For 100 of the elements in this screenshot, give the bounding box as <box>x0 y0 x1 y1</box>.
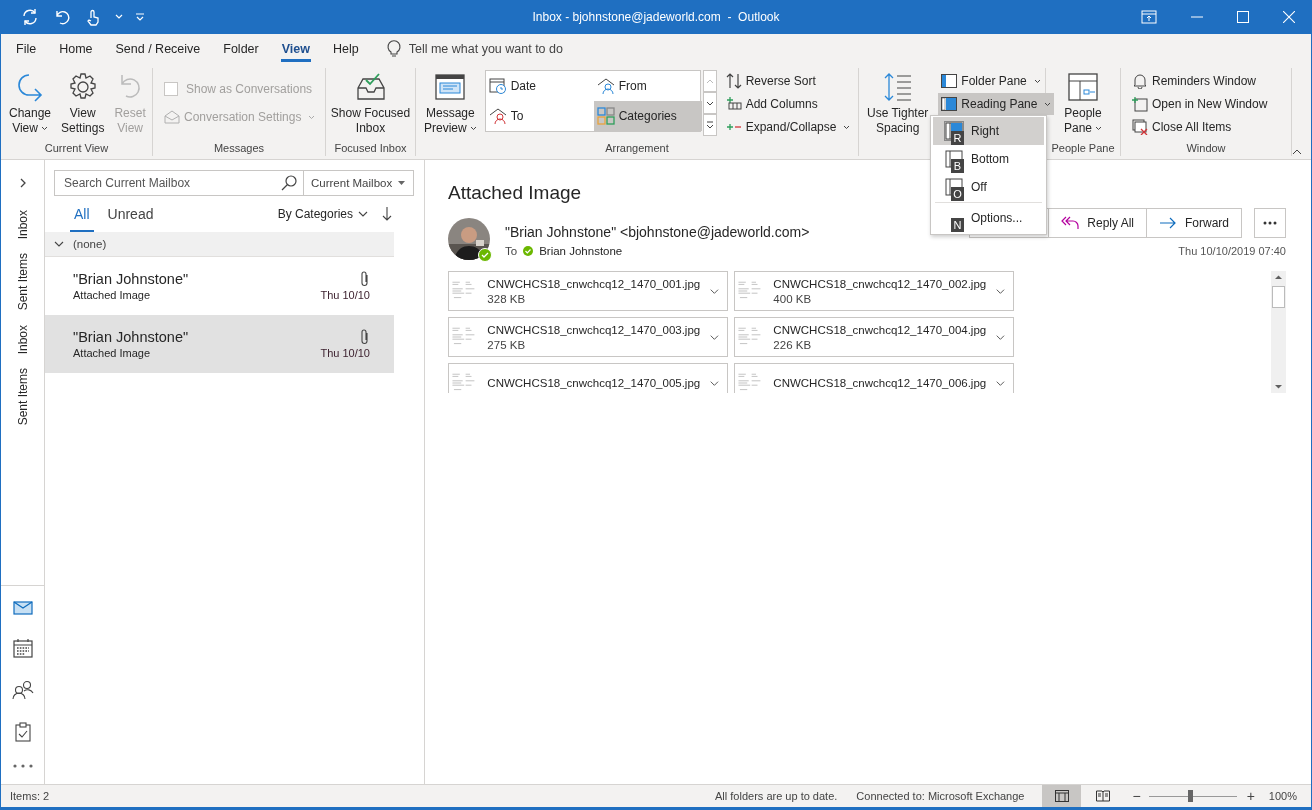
show-focused-inbox-button[interactable]: Show Focused Inbox <box>326 68 415 138</box>
arrangement-option[interactable]: To <box>485 101 594 131</box>
arrow-icon <box>15 71 45 103</box>
ribbon-tab[interactable]: Send / Receive <box>106 34 210 64</box>
collapse-ribbon-icon[interactable] <box>1292 149 1302 155</box>
tell-me-field[interactable]: Tell me what you want to do <box>408 34 609 64</box>
reminders-window-button[interactable]: Reminders Window <box>1129 70 1271 92</box>
sender-name: "Brian Johnstone" <box>73 329 189 345</box>
folder-shortcut[interactable]: Inbox <box>15 324 30 355</box>
attachment-card[interactable]: CNWCHCS18_cnwchcq12_1470_002.jpg 400 KB <box>734 271 1014 311</box>
open-in-new-window-button[interactable]: Open in New Window <box>1129 93 1271 115</box>
chevron-icon[interactable] <box>710 333 719 341</box>
keytip-badge: R <box>951 131 964 145</box>
chevron-icon[interactable] <box>996 379 1005 387</box>
reverse-sort-button[interactable]: Reverse Sort <box>722 70 854 92</box>
attachment-name: CNWCHCS18_cnwchcq12_1470_002.jpg <box>773 277 987 290</box>
tighter-spacing-button[interactable]: Use Tighter Spacing <box>863 68 933 138</box>
more-icon[interactable] <box>702 114 717 136</box>
arrangement-option[interactable]: Categories <box>593 101 702 131</box>
forward-button[interactable]: Forward <box>1146 208 1242 238</box>
normal-view-button[interactable] <box>1042 785 1082 807</box>
zoom-in-button[interactable]: + <box>1246 788 1255 804</box>
group-label: Messages <box>212 141 266 156</box>
sync-icon[interactable] <box>21 8 39 26</box>
filter-tab[interactable]: Unread <box>103 196 158 232</box>
bell-icon <box>1132 73 1148 89</box>
people-icon[interactable] <box>11 680 34 700</box>
filter-tab[interactable]: All <box>70 196 94 232</box>
arrange-by-dropdown[interactable]: By Categories <box>277 207 368 221</box>
message-preview-button[interactable]: Message Preview <box>420 68 481 138</box>
chevron-icon[interactable] <box>996 333 1005 341</box>
ribbon-tab[interactable]: Folder <box>214 34 268 64</box>
attachment-size: 400 KB <box>773 292 813 305</box>
message-subject: Attached Image <box>73 347 152 359</box>
folder-pane-button[interactable]: Folder Pane <box>938 70 1055 92</box>
envelope-icon <box>164 110 180 124</box>
attachment-card[interactable]: CNWCHCS18_cnwchcq12_1470_004.jpg 226 KB <box>734 317 1014 357</box>
ribbon-tab[interactable]: Home <box>50 34 102 64</box>
message-subject: Attached Image <box>448 182 582 204</box>
group-header[interactable]: (none) <box>45 232 394 257</box>
close-icon[interactable] <box>1283 11 1295 23</box>
inbox-tray-icon <box>354 71 387 103</box>
expand-icon[interactable] <box>19 178 26 188</box>
close-all-items-button[interactable]: Close All Items <box>1129 116 1271 138</box>
ribbon-tab[interactable]: Help <box>324 34 368 64</box>
chevron-icon[interactable] <box>996 287 1005 295</box>
attachment-card[interactable]: CNWCHCS18_cnwchcq12_1470_003.jpg 275 KB <box>448 317 728 357</box>
recipient-name[interactable]: Brian Johnstone <box>539 245 623 257</box>
reply-all-button[interactable]: Reply All <box>1048 208 1147 238</box>
attachment-size: 328 KB <box>487 292 527 305</box>
zoom-out-button[interactable]: − <box>1132 788 1141 804</box>
forward-arrow-icon <box>1159 217 1177 229</box>
people-pane-button[interactable]: People Pane <box>1060 68 1106 138</box>
caret-icon <box>308 114 316 120</box>
expand-collapse-button[interactable]: Expand/Collapse <box>722 116 854 138</box>
search-scope-dropdown[interactable]: Current Mailbox <box>304 170 414 196</box>
task-clipboard-icon[interactable] <box>14 722 31 742</box>
zoom-slider-thumb[interactable] <box>1188 790 1194 802</box>
attachment-card[interactable]: CNWCHCS18_cnwchcq12_1470_001.jpg 328 KB <box>448 271 728 311</box>
scrollbar[interactable] <box>1271 271 1286 393</box>
view-settings-button[interactable]: View Settings <box>57 68 109 138</box>
message-item[interactable]: "Brian Johnstone" Attached Image Thu 10/10 <box>45 315 394 373</box>
arrangement-option[interactable]: From <box>593 71 702 101</box>
folder-shortcut[interactable]: Sent Items <box>15 253 30 311</box>
message-date: Thu 10/10 <box>320 289 370 301</box>
ribbon-tab[interactable]: View <box>272 34 319 64</box>
attachment-card[interactable]: CNWCHCS18_cnwchcq12_1470_005.jpg <box>448 363 728 393</box>
caret-icon[interactable] <box>115 14 123 20</box>
sort-direction-icon[interactable] <box>382 207 392 221</box>
message-subject: Attached Image <box>73 289 152 301</box>
menu-item[interactable]: R Right <box>933 117 1044 145</box>
sender-name: "Brian Johnstone" <box>73 271 189 287</box>
calendar-icon[interactable] <box>12 638 33 658</box>
mail-icon[interactable] <box>12 600 33 616</box>
menu-item[interactable]: B Bottom <box>933 145 1044 173</box>
change-view-button[interactable]: Change View <box>5 68 56 138</box>
book-icon <box>1096 790 1110 802</box>
maximize-icon[interactable] <box>1237 11 1249 23</box>
folder-shortcut[interactable]: Inbox <box>15 210 30 240</box>
arrangement-option[interactable]: Date <box>485 71 594 101</box>
search-icon[interactable] <box>281 175 297 191</box>
message-item[interactable]: "Brian Johnstone" Attached Image Thu 10/10 <box>45 257 394 315</box>
reading-pane-button[interactable]: Reading Pane <box>938 93 1055 115</box>
caret-icon <box>1033 78 1041 84</box>
chevron-icon[interactable] <box>710 287 719 295</box>
scrollbar-thumb[interactable] <box>1272 286 1285 308</box>
folder-shortcut[interactable]: Sent Items <box>15 368 30 426</box>
touch-icon[interactable] <box>85 8 101 26</box>
search-field[interactable]: Search Current Mailbox <box>54 170 304 196</box>
menu-item[interactable]: N Options... <box>933 204 1044 232</box>
add-columns-button[interactable]: Add Columns <box>722 93 854 115</box>
ribbon-tab[interactable]: File <box>7 34 46 64</box>
chevron-icon[interactable] <box>710 379 719 387</box>
presence-icon <box>478 248 492 262</box>
attachment-card[interactable]: CNWCHCS18_cnwchcq12_1470_006.jpg <box>734 363 1014 393</box>
more-icon[interactable] <box>12 764 33 768</box>
menu-item[interactable]: O Off <box>933 173 1044 201</box>
undo-icon[interactable] <box>53 8 71 26</box>
customize-icon[interactable] <box>135 13 145 21</box>
ribbon-display-icon[interactable] <box>1141 10 1157 24</box>
